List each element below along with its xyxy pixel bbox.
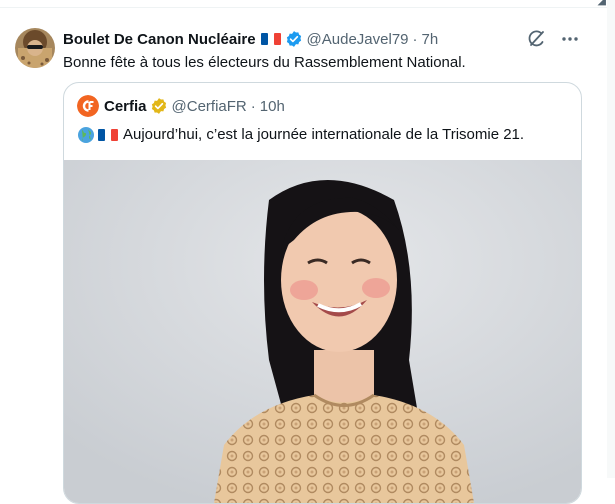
quote-timestamp[interactable]: 10h: [260, 98, 285, 115]
quote-text: Aujourd’hui, c’est la journée internatio…: [123, 126, 525, 143]
quote-text-line: Aujourd’hui, c’est la journée internatio…: [77, 125, 524, 145]
quote-header: Cerfia @CerfiaFR · 10h: [77, 95, 285, 117]
tweet-text: Bonne fête à tous les électeurs du Rasse…: [63, 54, 466, 71]
more-icon[interactable]: [560, 29, 580, 49]
quote-photo[interactable]: [64, 160, 581, 503]
tweet-header: Boulet De Canon Nucléaire @AudeJavel79 ·…: [63, 29, 438, 49]
timestamp[interactable]: 7h: [422, 31, 439, 48]
separator-dot: ·: [412, 30, 418, 48]
verified-badge-icon: [285, 30, 303, 48]
tweet-actions: [526, 29, 580, 49]
quoted-tweet[interactable]: Cerfia @CerfiaFR · 10h Aujourd’hui, c’es…: [63, 82, 582, 504]
quote-separator-dot: ·: [250, 97, 256, 115]
scroll-up-icon[interactable]: ◢: [598, 0, 606, 7]
france-flag-icon: [98, 128, 118, 142]
quote-author-handle[interactable]: @CerfiaFR: [172, 98, 247, 115]
grok-icon[interactable]: [526, 29, 546, 49]
quote-author-name[interactable]: Cerfia: [104, 98, 147, 115]
top-divider: [0, 0, 615, 8]
author-handle[interactable]: @AudeJavel79: [307, 31, 409, 48]
tweet[interactable]: Boulet De Canon Nucléaire @AudeJavel79 ·…: [0, 8, 600, 504]
avatar[interactable]: [15, 28, 55, 68]
globe-icon: [77, 126, 95, 144]
gold-verified-badge-icon: [150, 97, 168, 115]
france-flag-icon: [260, 32, 281, 46]
scrollbar[interactable]: [607, 0, 615, 478]
cerfia-avatar[interactable]: [77, 95, 99, 117]
author-name[interactable]: Boulet De Canon Nucléaire: [63, 31, 256, 48]
